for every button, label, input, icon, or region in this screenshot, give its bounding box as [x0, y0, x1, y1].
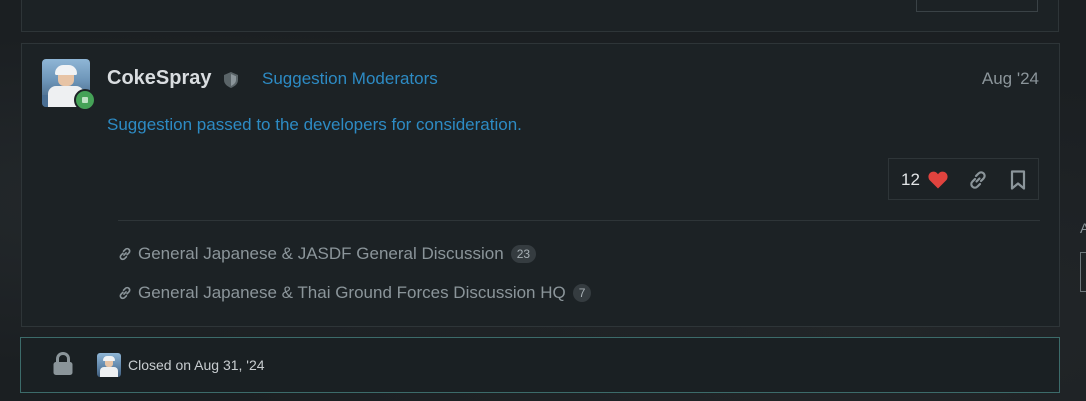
sidebar-partial-button[interactable]: [1080, 252, 1086, 292]
post-actions: 12: [888, 158, 1039, 200]
closer-avatar[interactable]: [97, 353, 121, 377]
sidebar-partial-text: A: [1080, 220, 1086, 236]
post-date[interactable]: Aug '24: [982, 69, 1039, 89]
previous-post-button[interactable]: [916, 0, 1038, 12]
linked-topic[interactable]: General Japanese & JASDF General Discuss…: [118, 243, 537, 265]
topic-closed-notice: Closed on Aug 31, '24: [20, 337, 1060, 393]
previous-post-fragment: [21, 0, 1059, 32]
closed-text: Closed on Aug 31, '24: [128, 357, 265, 373]
bookmark-icon[interactable]: [1010, 170, 1026, 190]
heart-icon[interactable]: [928, 171, 948, 189]
linked-topic-count: 23: [510, 245, 537, 263]
links-divider: [118, 220, 1040, 221]
post-username[interactable]: CokeSpray: [107, 67, 212, 90]
linked-topic-count: 7: [572, 284, 592, 302]
like-count[interactable]: 12: [901, 170, 920, 190]
post-card: CokeSpray Suggestion Moderators Aug '24 …: [21, 43, 1060, 327]
lock-icon: [53, 352, 73, 375]
post-content: Suggestion passed to the developers for …: [107, 115, 522, 134]
linked-topic-title[interactable]: General Japanese & JASDF General Discuss…: [138, 244, 504, 264]
link-icon[interactable]: [968, 170, 988, 190]
user-group-link[interactable]: Suggestion Moderators: [262, 69, 438, 89]
link-icon: [119, 247, 131, 261]
linked-topic[interactable]: General Japanese & Thai Ground Forces Di…: [118, 282, 592, 304]
linked-topic-title[interactable]: General Japanese & Thai Ground Forces Di…: [138, 283, 566, 303]
shield-icon: [224, 72, 238, 88]
link-icon: [119, 286, 131, 300]
flair-badge-icon: [74, 89, 96, 111]
